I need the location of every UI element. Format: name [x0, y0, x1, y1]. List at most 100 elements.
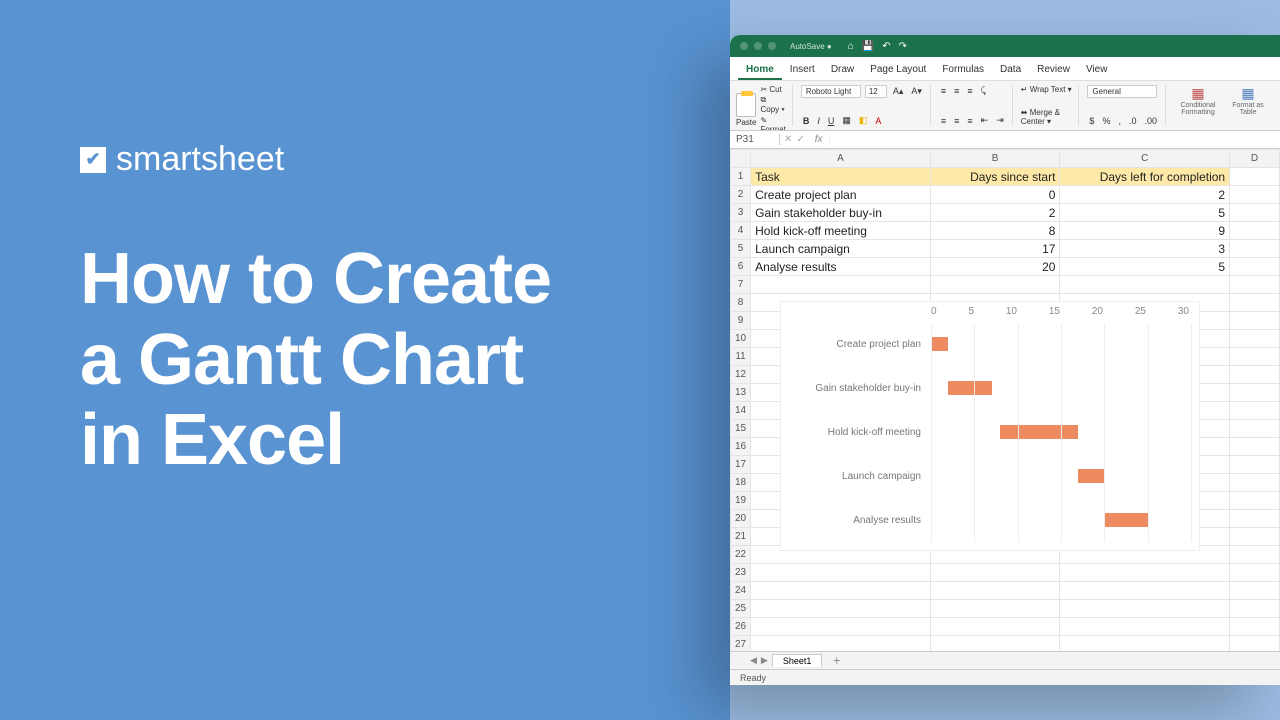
row-header[interactable]: 6 — [731, 258, 751, 276]
copy-button[interactable]: ⧉ Copy ▾ — [760, 95, 785, 115]
autosave-toggle[interactable]: AutoSave ● — [790, 42, 832, 51]
gantt-chart[interactable]: 051015202530 Create project planGain sta… — [780, 301, 1200, 551]
cell[interactable]: Days left for completion — [1060, 168, 1230, 186]
wrap-text-button[interactable]: ↵ Wrap Text ▾ — [1021, 85, 1072, 94]
row-header[interactable]: 27 — [731, 636, 751, 652]
chart-bar[interactable] — [931, 337, 948, 351]
row-header[interactable]: 20 — [731, 510, 751, 528]
tab-home[interactable]: Home — [738, 61, 782, 80]
merge-center-button[interactable]: ⬌ Merge & Center ▾ — [1021, 108, 1073, 126]
row-header[interactable]: 16 — [731, 438, 751, 456]
font-select[interactable]: Roboto Light — [801, 85, 861, 98]
cell[interactable]: 2 — [1060, 186, 1230, 204]
add-sheet-button[interactable]: ＋ — [826, 654, 847, 667]
format-painter-button[interactable]: ✎ Format — [760, 116, 785, 131]
cell[interactable]: Create project plan — [751, 186, 931, 204]
fill-color-button[interactable]: ◧ — [857, 115, 870, 126]
redo-icon[interactable]: ↷ — [899, 41, 907, 52]
indent-dec-icon[interactable]: ⇤ — [979, 115, 991, 126]
cancel-formula-icon[interactable]: ✕ — [784, 134, 792, 145]
format-as-table-label[interactable]: Format as Table — [1228, 102, 1268, 116]
cell[interactable]: 5 — [1060, 204, 1230, 222]
tab-view[interactable]: View — [1078, 61, 1116, 80]
tab-insert[interactable]: Insert — [782, 61, 823, 80]
enter-formula-icon[interactable]: ✓ — [796, 134, 804, 145]
col-header-d[interactable]: D — [1230, 150, 1280, 168]
row-header[interactable]: 13 — [731, 384, 751, 402]
row-header[interactable]: 4 — [731, 222, 751, 240]
cell[interactable]: 0 — [930, 186, 1060, 204]
cell[interactable]: 20 — [930, 258, 1060, 276]
row-header[interactable]: 1 — [731, 168, 751, 186]
cell[interactable]: 17 — [930, 240, 1060, 258]
row-header[interactable]: 5 — [731, 240, 751, 258]
align-top-icon[interactable]: ≡ — [939, 86, 948, 96]
cell[interactable]: Gain stakeholder buy-in — [751, 204, 931, 222]
orientation-icon[interactable]: ⤹ — [979, 85, 988, 96]
row-header[interactable]: 25 — [731, 600, 751, 618]
cell[interactable]: Days since start — [930, 168, 1060, 186]
tab-formulas[interactable]: Formulas — [934, 61, 992, 80]
align-center-icon[interactable]: ≡ — [952, 116, 961, 126]
paste-button[interactable]: Paste — [736, 118, 756, 127]
cell[interactable] — [1230, 168, 1280, 186]
row-header[interactable]: 21 — [731, 528, 751, 546]
cell[interactable]: 5 — [1060, 258, 1230, 276]
currency-icon[interactable]: $ — [1087, 116, 1096, 126]
col-header-a[interactable]: A — [751, 150, 931, 168]
number-format-select[interactable]: General — [1087, 85, 1157, 98]
align-bot-icon[interactable]: ≡ — [965, 86, 974, 96]
cell[interactable] — [1230, 186, 1280, 204]
align-right-icon[interactable]: ≡ — [965, 116, 974, 126]
paste-icon[interactable] — [736, 93, 756, 117]
cell[interactable]: 2 — [930, 204, 1060, 222]
tab-draw[interactable]: Draw — [823, 61, 862, 80]
sheet-tab[interactable]: Sheet1 — [772, 654, 823, 667]
cell[interactable] — [1230, 258, 1280, 276]
select-all-corner[interactable] — [731, 150, 751, 168]
cell[interactable] — [1230, 204, 1280, 222]
row-header[interactable]: 11 — [731, 348, 751, 366]
row-header[interactable]: 22 — [731, 546, 751, 564]
cell[interactable]: 8 — [930, 222, 1060, 240]
cell[interactable]: Analyse results — [751, 258, 931, 276]
save-icon[interactable]: 💾 — [862, 41, 874, 52]
cell[interactable]: 3 — [1060, 240, 1230, 258]
chart-bar[interactable] — [948, 381, 991, 395]
chart-bar[interactable] — [1078, 469, 1104, 483]
percent-icon[interactable]: % — [1100, 116, 1112, 126]
name-box[interactable]: P31 — [730, 134, 780, 145]
row-header[interactable]: 10 — [731, 330, 751, 348]
row-header[interactable]: 17 — [731, 456, 751, 474]
cell[interactable] — [1230, 240, 1280, 258]
tab-data[interactable]: Data — [992, 61, 1029, 80]
row-header[interactable]: 2 — [731, 186, 751, 204]
font-size-select[interactable]: 12 — [865, 85, 887, 98]
sheet-nav-prev-icon[interactable]: ◀ — [750, 655, 757, 666]
row-header[interactable]: 12 — [731, 366, 751, 384]
border-button[interactable]: ▦ — [840, 115, 853, 126]
font-color-button[interactable]: A — [873, 116, 883, 126]
traffic-light-close[interactable] — [740, 42, 748, 50]
row-header[interactable]: 18 — [731, 474, 751, 492]
row-header[interactable]: 3 — [731, 204, 751, 222]
cell[interactable]: Hold kick-off meeting — [751, 222, 931, 240]
cell[interactable]: 9 — [1060, 222, 1230, 240]
chart-bar[interactable] — [1000, 425, 1078, 439]
dec-inc-icon[interactable]: .0 — [1127, 116, 1139, 126]
cell[interactable]: Launch campaign — [751, 240, 931, 258]
indent-inc-icon[interactable]: ⇥ — [994, 115, 1006, 126]
align-left-icon[interactable]: ≡ — [939, 116, 948, 126]
spreadsheet-grid[interactable]: A B C D 1 Task Days since start Days lef… — [730, 149, 1280, 651]
decrease-font-icon[interactable]: A▾ — [909, 86, 924, 97]
row-header[interactable]: 26 — [731, 618, 751, 636]
comma-icon[interactable]: , — [1116, 116, 1123, 126]
home-icon[interactable]: ⌂ — [848, 41, 854, 52]
increase-font-icon[interactable]: A▴ — [891, 86, 906, 97]
cell[interactable] — [1230, 222, 1280, 240]
dec-dec-icon[interactable]: .00 — [1142, 116, 1159, 126]
tab-review[interactable]: Review — [1029, 61, 1078, 80]
undo-icon[interactable]: ↶ — [882, 41, 890, 52]
row-header[interactable]: 23 — [731, 564, 751, 582]
traffic-light-min[interactable] — [754, 42, 762, 50]
